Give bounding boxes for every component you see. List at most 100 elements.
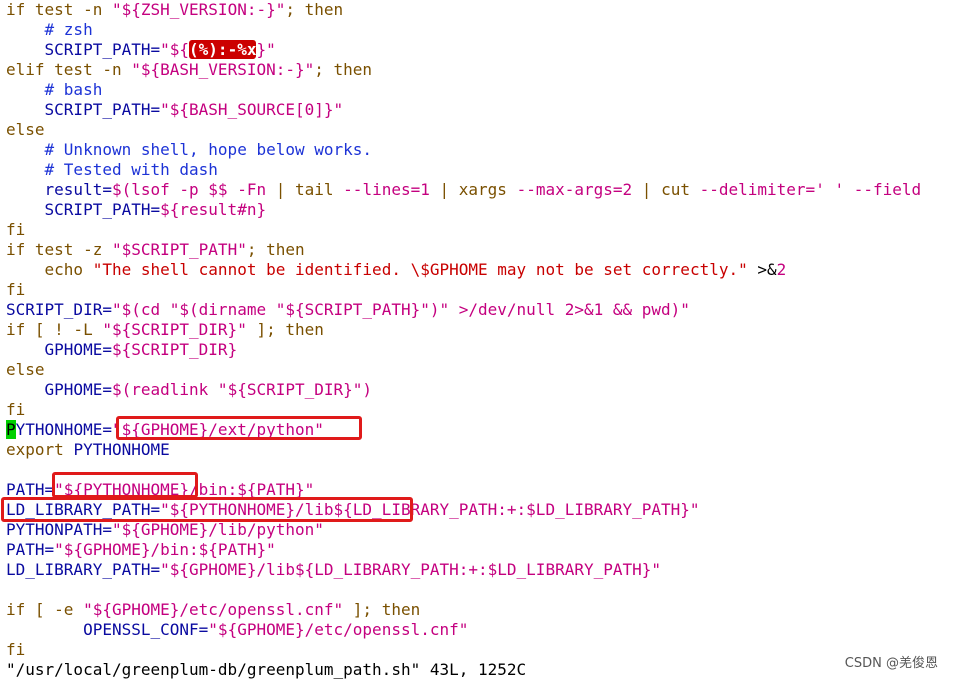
code-line: else <box>6 120 45 140</box>
code-line: fi <box>6 400 25 420</box>
code-token: "${GPHOME}/ext/python" <box>111 420 324 439</box>
code-token: GPHOME= <box>6 380 112 399</box>
code-line: LD_LIBRARY_PATH="${GPHOME}/lib${LD_LIBRA… <box>6 560 661 580</box>
status-text: "/usr/local/greenplum-db/greenplum_path.… <box>6 660 527 679</box>
code-token: "${BASH_VERSION:-}" <box>131 60 315 79</box>
code-token: "The shell cannot be identified. \$GPHOM… <box>92 260 748 279</box>
code-token: $(readlink "${SCRIPT_DIR}") <box>111 380 373 399</box>
code-token: YTHONHOME= <box>15 420 112 439</box>
code-token: PYTHONHOME <box>73 440 170 459</box>
code-token: ${result#n} <box>160 200 267 219</box>
code-line: PYTHONHOME="${GPHOME}/ext/python" <box>6 420 324 440</box>
code-line: PATH="${GPHOME}/bin:${PATH}" <box>6 540 276 560</box>
code-token: ${SCRIPT_DIR} <box>111 340 238 359</box>
code-token: fi <box>6 220 26 239</box>
code-token: if test -z <box>6 240 112 259</box>
code-token: # Unknown shell, hope below works. <box>6 140 373 159</box>
code-token: --max-args=2 <box>516 180 642 199</box>
code-token: LD_LIBRARY_PATH= <box>6 560 161 579</box>
code-token: PATH= <box>6 540 55 559</box>
code-line: # Unknown shell, hope below works. <box>6 140 373 160</box>
code-token: "${ <box>160 40 190 59</box>
code-token: ; then <box>285 0 344 19</box>
code-token: ]; then <box>246 320 324 339</box>
code-token: >& <box>747 260 777 279</box>
code-line: # bash <box>6 80 103 100</box>
code-token: LD_LIBRARY_PATH= <box>6 500 161 519</box>
code-line: OPENSSL_CONF="${GPHOME}/etc/openssl.cnf" <box>6 620 468 640</box>
code-token: 2 <box>776 260 787 279</box>
code-line: SCRIPT_DIR="$(cd "$(dirname "${SCRIPT_PA… <box>6 300 690 320</box>
code-token: # bash <box>6 80 103 99</box>
code-token: else <box>6 360 45 379</box>
vim-editor[interactable]: if test -n "${ZSH_VERSION:-}"; then # zs… <box>0 0 954 683</box>
code-token: ; then <box>314 60 373 79</box>
code-token: cut <box>661 180 700 199</box>
code-token: "${SCRIPT_DIR}" <box>102 320 247 339</box>
code-line: # Tested with dash <box>6 160 218 180</box>
code-token: # zsh <box>6 20 93 39</box>
code-token: --lines=1 <box>343 180 440 199</box>
code-token: if [ -e <box>6 600 84 619</box>
code-token: "${PYTHONHOME}/bin:${PATH}" <box>54 480 315 499</box>
code-token: GPHOME= <box>6 340 112 359</box>
code-token: | <box>641 180 662 199</box>
code-token: PATH= <box>6 480 55 499</box>
code-token: fi <box>6 640 26 659</box>
code-line: LD_LIBRARY_PATH="${PYTHONHOME}/lib${LD_L… <box>6 500 700 520</box>
code-token: }" <box>256 40 276 59</box>
code-token: SCRIPT_PATH= <box>6 200 161 219</box>
code-line: SCRIPT_PATH="${(%):-%x}" <box>6 40 276 60</box>
code-token: "${GPHOME}/etc/openssl.cnf" <box>208 620 469 639</box>
code-token: elif test -n <box>6 60 132 79</box>
code-line: PYTHONPATH="${GPHOME}/lib/python" <box>6 520 324 540</box>
code-token: OPENSSL_CONF= <box>6 620 209 639</box>
code-token: fi <box>6 280 26 299</box>
code-token: "$SCRIPT_PATH" <box>111 240 247 259</box>
code-token: "$(cd "$(dirname "${SCRIPT_PATH}")" >/de… <box>111 300 690 319</box>
code-token: if test -n <box>6 0 112 19</box>
code-token: "${GPHOME}/bin:${PATH}" <box>54 540 276 559</box>
code-token: "${PYTHONHOME}/lib${LD_LIBRARY_PATH:+:$L… <box>160 500 700 519</box>
vim-status-line: "/usr/local/greenplum-db/greenplum_path.… <box>6 660 526 680</box>
code-line: PATH="${PYTHONHOME}/bin:${PATH}" <box>6 480 314 500</box>
code-line: if test -z "$SCRIPT_PATH"; then <box>6 240 305 260</box>
code-token: xargs <box>458 180 517 199</box>
code-line: elif test -n "${BASH_VERSION:-}"; then <box>6 60 372 80</box>
code-token: $(lsof -p $$ -Fn <box>111 180 276 199</box>
code-token: fi <box>6 400 26 419</box>
code-line: fi <box>6 640 25 660</box>
code-token: (%):-%x <box>189 40 257 59</box>
code-token: --delimiter=' ' --field <box>699 180 922 199</box>
code-line: GPHOME=${SCRIPT_DIR} <box>6 340 238 360</box>
code-token: SCRIPT_PATH= <box>6 100 161 119</box>
code-line: else <box>6 360 45 380</box>
code-line: if [ ! -L "${SCRIPT_DIR}" ]; then <box>6 320 324 340</box>
code-line: SCRIPT_PATH="${BASH_SOURCE[0]}" <box>6 100 344 120</box>
code-line: fi <box>6 220 25 240</box>
code-token: "${GPHOME}/lib${LD_LIBRARY_PATH:+:$LD_LI… <box>160 560 662 579</box>
code-token: export <box>6 440 74 459</box>
code-line: GPHOME=$(readlink "${SCRIPT_DIR}") <box>6 380 373 400</box>
code-token: | <box>439 180 459 199</box>
code-line: result=$(lsof -p $$ -Fn | tail --lines=1… <box>6 180 922 200</box>
code-token: | <box>275 180 295 199</box>
code-line: fi <box>6 280 25 300</box>
code-token: if [ ! -L <box>6 320 103 339</box>
code-line: echo "The shell cannot be identified. \$… <box>6 260 787 280</box>
code-line: export PYTHONHOME <box>6 440 170 460</box>
code-token: "${GPHOME}/etc/openssl.cnf" <box>83 600 344 619</box>
code-token: SCRIPT_DIR= <box>6 300 112 319</box>
code-token: ]; then <box>343 600 421 619</box>
code-token: ; then <box>246 240 305 259</box>
code-line: if [ -e "${GPHOME}/etc/openssl.cnf" ]; t… <box>6 600 420 620</box>
code-token: echo <box>6 260 93 279</box>
code-token: else <box>6 120 45 139</box>
code-line: # zsh <box>6 20 93 40</box>
code-token: "${BASH_SOURCE[0]}" <box>160 100 344 119</box>
code-token: "${GPHOME}/lib/python" <box>111 520 324 539</box>
code-line: SCRIPT_PATH=${result#n} <box>6 200 267 220</box>
code-line: if test -n "${ZSH_VERSION:-}"; then <box>6 0 343 20</box>
code-token: PYTHONPATH= <box>6 520 112 539</box>
code-token: # Tested with dash <box>6 160 218 179</box>
